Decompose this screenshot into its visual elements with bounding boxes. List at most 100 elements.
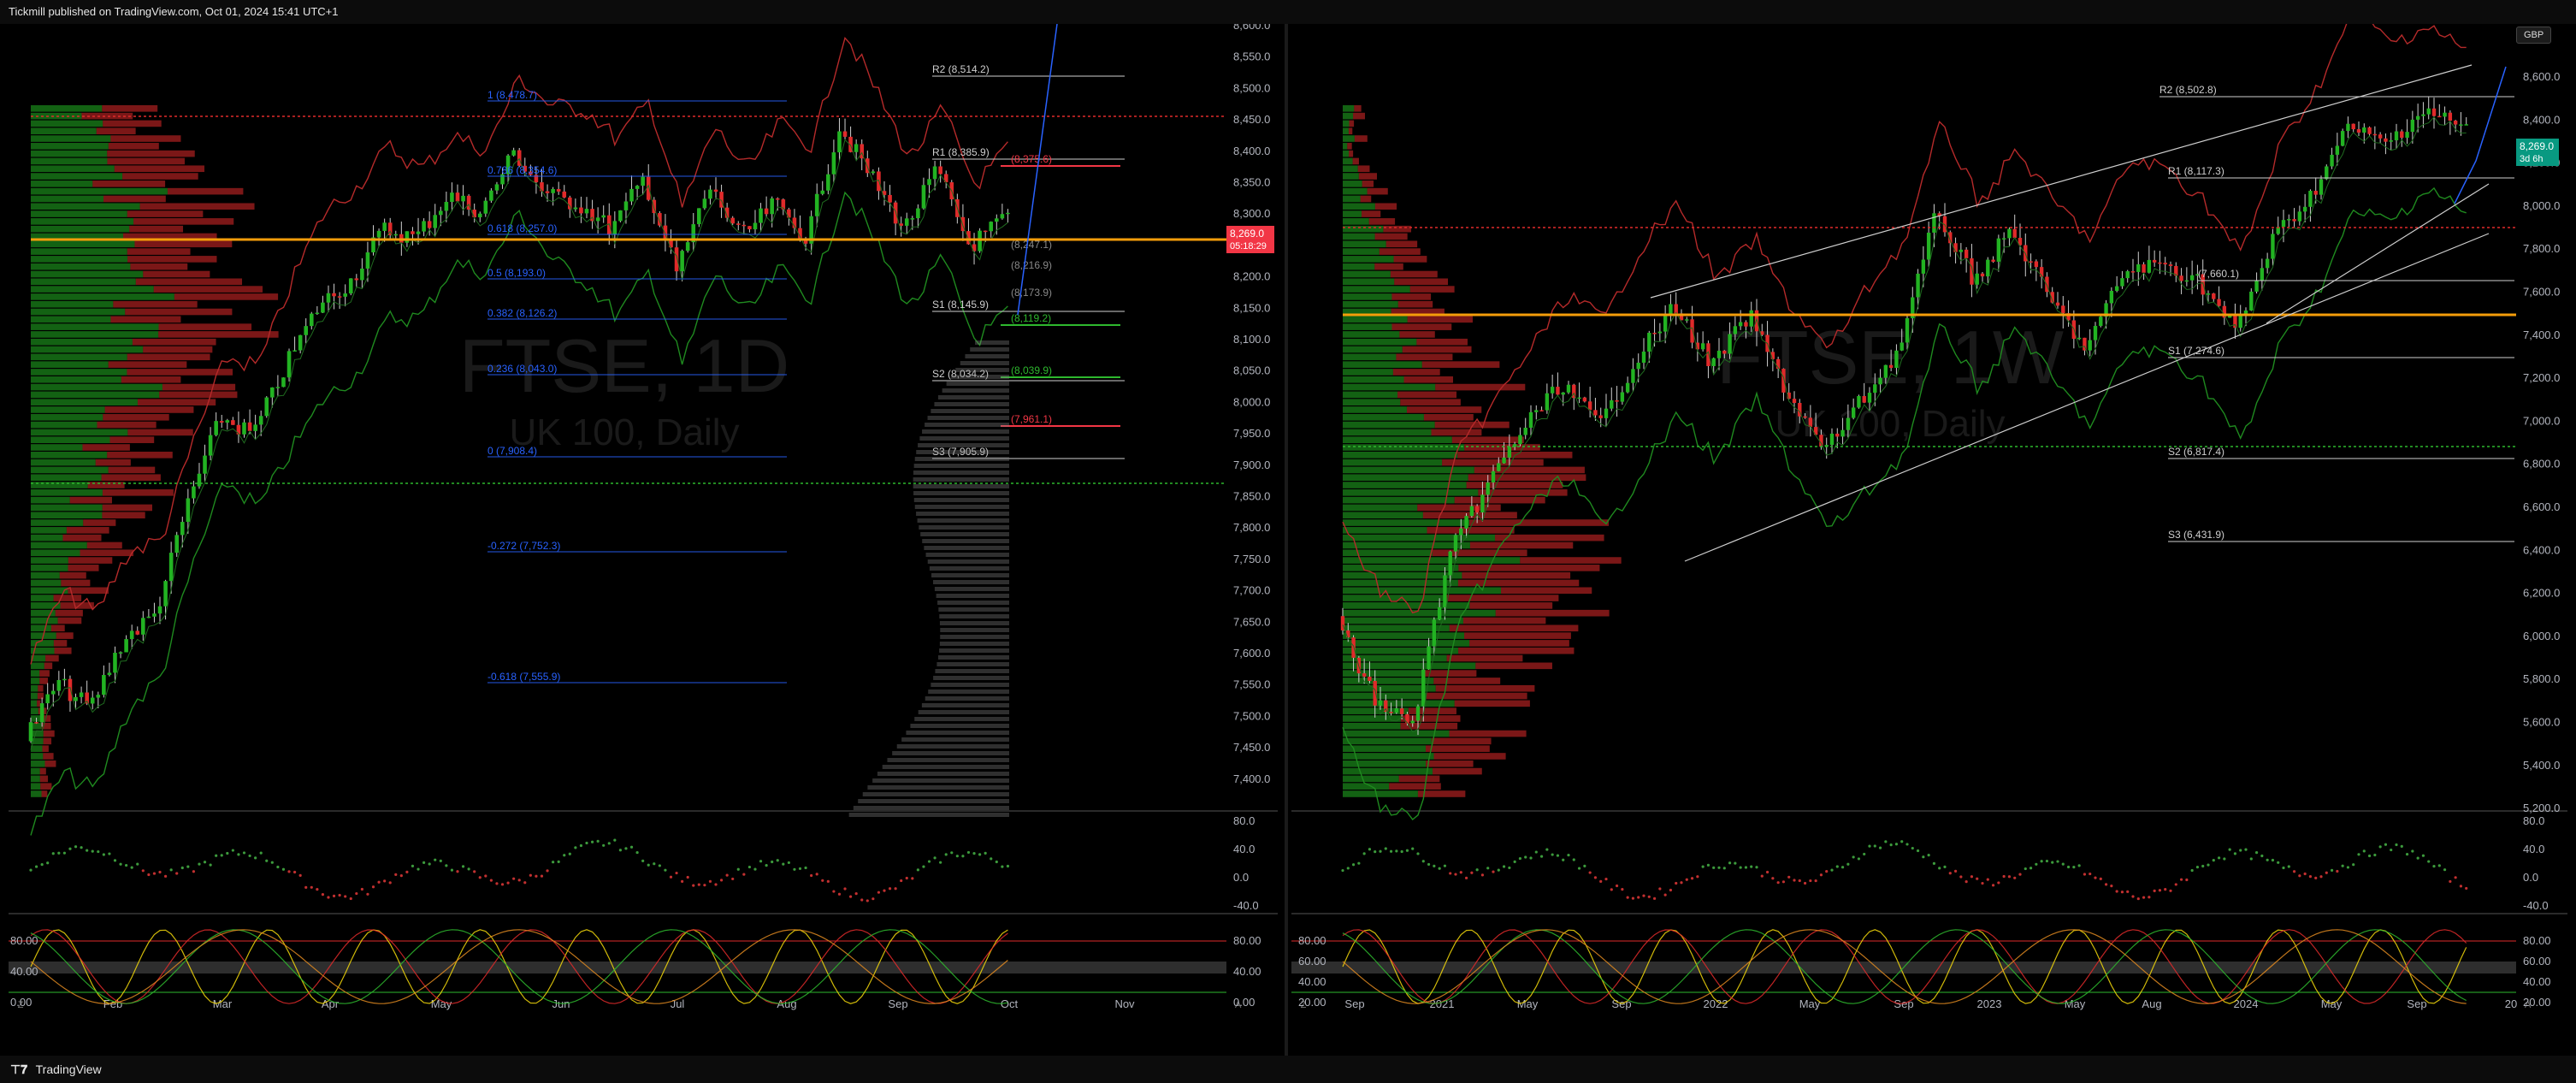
candle-body — [219, 421, 224, 423]
momentum-point — [29, 868, 32, 872]
momentum-point — [1497, 868, 1500, 872]
momentum-point — [461, 865, 465, 868]
momentum-point — [2158, 889, 2162, 892]
momentum-point — [843, 887, 847, 891]
volume-profile-bar — [110, 316, 181, 323]
volume-histogram-bar — [928, 689, 1009, 694]
candle-body — [1507, 447, 1512, 458]
time-axis-label: May — [1799, 997, 1821, 1010]
time-axis-label: Apr — [322, 997, 340, 1010]
candle-body — [2034, 261, 2039, 268]
candle-body — [2271, 234, 2275, 259]
price-axis-label: 6,400.0 — [2523, 543, 2560, 556]
momentum-point — [2244, 848, 2248, 851]
volume-profile-bar — [1362, 210, 1381, 217]
momentum-point — [2282, 866, 2285, 870]
candle-body — [904, 218, 909, 226]
candle-body — [612, 221, 617, 235]
momentum-point — [1696, 875, 1699, 879]
volume-profile-bar — [1469, 542, 1574, 549]
momentum-point — [2465, 886, 2468, 891]
volume-profile-bar — [1396, 353, 1453, 361]
pivot-label: S2 (6,817.4) — [2168, 446, 2224, 458]
price-axis-label: 5,800.0 — [2523, 672, 2560, 685]
volume-profile-bar — [1343, 187, 1368, 195]
ftse-weekly-chart[interactable]: FTSE, 1WUK 100, Daily8,600.08,400.08,200… — [1291, 11, 2567, 1056]
candle-body — [1615, 399, 1619, 402]
volume-profile-bar — [1474, 466, 1585, 474]
momentum-point — [1750, 865, 1753, 868]
volume-profile-bar — [1466, 482, 1563, 488]
time-axis-label: Sep — [1894, 997, 1913, 1010]
candle-body — [2335, 145, 2340, 155]
momentum-point — [1894, 843, 1899, 846]
volume-profile-bar — [1520, 557, 1622, 564]
candle-body — [910, 218, 915, 220]
volume-profile-bar — [31, 459, 96, 466]
right-chart-panel[interactable]: FTSE, 1WUK 100, Daily8,600.08,400.08,200… — [1291, 11, 2567, 1056]
volume-profile-bar — [114, 165, 205, 173]
candle-body — [1916, 273, 1920, 298]
momentum-point — [1454, 873, 1457, 876]
candle-body — [2163, 263, 2167, 265]
momentum-point — [641, 859, 645, 862]
candle-body — [1900, 342, 1904, 351]
panel-divider[interactable] — [1285, 24, 1288, 1056]
projection-line — [2454, 66, 2507, 204]
price-axis-label: 6,600.0 — [2523, 500, 2560, 513]
momentum-point — [2254, 851, 2259, 855]
momentum-point — [355, 891, 358, 896]
volume-profile-bar — [1391, 293, 1432, 300]
candle-body — [2378, 134, 2383, 139]
candle-body — [1469, 506, 1474, 517]
candle-body — [450, 192, 454, 203]
volume-profile-bar — [31, 783, 41, 790]
candle-body — [1566, 384, 1571, 393]
volume-profile-bar — [1449, 624, 1579, 632]
candle-body — [568, 197, 572, 210]
volume-profile-bar — [31, 383, 162, 391]
momentum-point — [2013, 876, 2017, 879]
volume-histogram-bar — [913, 491, 1009, 495]
volume-profile-bar — [125, 308, 233, 316]
candle-body — [1996, 238, 2001, 262]
volume-histogram-bar — [913, 470, 1009, 475]
volume-profile-bar — [1353, 112, 1366, 120]
candle-body — [1006, 212, 1010, 215]
volume-profile-bar — [1343, 595, 1445, 601]
volume-histogram-bar — [965, 354, 1009, 358]
volume-profile-bar — [1433, 767, 1482, 775]
left-chart-panel[interactable]: FTSE, 1D UK 100, Daily 8,600.0 8,550.0 8,500… — [9, 19, 1278, 1056]
candle-body — [2249, 291, 2254, 311]
volume-profile-bar — [31, 790, 42, 797]
candle-body — [1362, 673, 1367, 678]
candle-body — [2330, 154, 2334, 167]
volume-profile-bar — [1358, 173, 1378, 180]
momentum-axis-label: 40.0 — [1233, 843, 1255, 855]
momentum-point — [2148, 896, 2151, 899]
volume-profile-bar — [162, 383, 236, 391]
candle-body — [1647, 333, 1651, 352]
volume-profile-bar — [55, 609, 83, 617]
price-axis-label: 7,750.0 — [1233, 553, 1270, 565]
volume-profile-bar — [31, 684, 38, 692]
momentum-point — [1943, 865, 1947, 868]
candle-body — [124, 639, 128, 653]
candle-body — [2400, 131, 2404, 138]
momentum-point — [1621, 888, 1624, 891]
volume-profile-bar — [1368, 218, 1396, 225]
volume-profile-bar — [1393, 256, 1427, 263]
volume-profile-bar — [31, 127, 97, 135]
volume-profile-bar — [1454, 700, 1530, 707]
volume-profile-bar — [1343, 248, 1380, 255]
candle-body — [1851, 407, 1856, 418]
stoch-axis-label: 40.00 — [1298, 975, 1326, 988]
volume-profile-bar — [1398, 775, 1440, 783]
volume-profile-bar — [1343, 527, 1427, 534]
currency-button[interactable]: GBP — [2516, 27, 2552, 44]
ftse-daily-chart[interactable]: FTSE, 1DUK 100, Daily8,600.08,550.08,500… — [9, 19, 1278, 1056]
candle-body — [1781, 369, 1786, 393]
volume-profile-bar — [110, 135, 181, 142]
candle-body — [1986, 259, 1990, 277]
candle-body — [1980, 273, 1985, 277]
